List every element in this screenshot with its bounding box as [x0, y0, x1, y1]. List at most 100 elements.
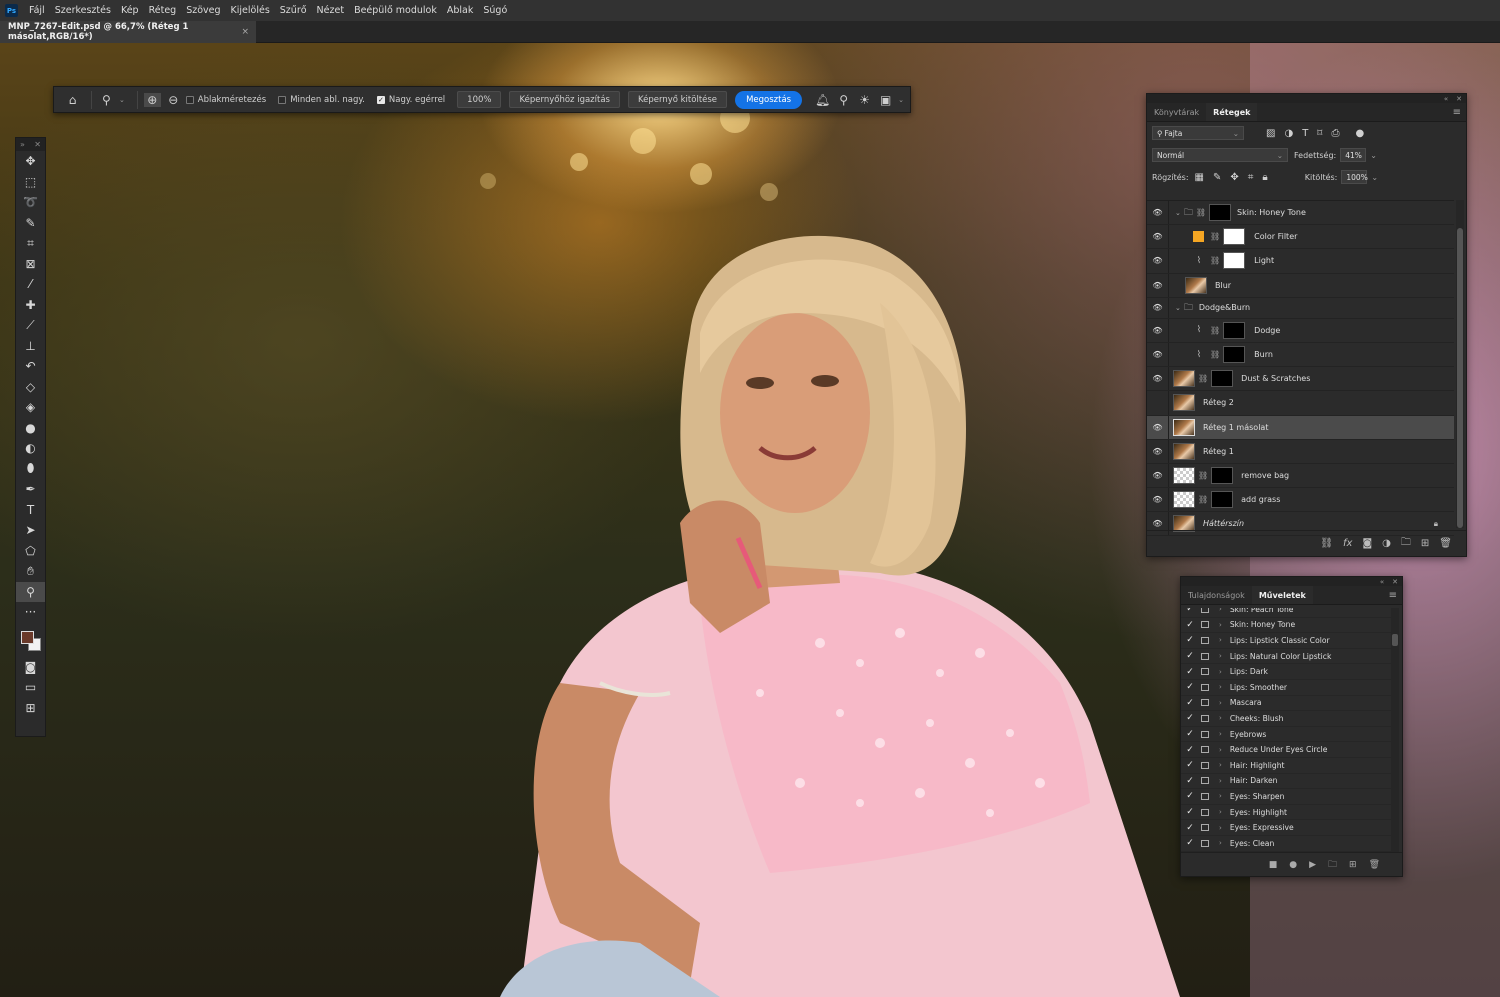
- chevron-right-icon[interactable]: ›: [1219, 621, 1222, 629]
- new-layer-icon[interactable]: ⊞: [1421, 538, 1429, 549]
- checkmark-icon[interactable]: ✓: [1181, 620, 1199, 630]
- collapse-icon[interactable]: »: [20, 140, 25, 149]
- chevron-right-icon[interactable]: ›: [1219, 824, 1222, 832]
- chevron-right-icon[interactable]: ›: [1219, 792, 1222, 800]
- zoom-out-icon[interactable]: ⊖: [165, 93, 182, 107]
- panel-menu-icon[interactable]: ≡: [1453, 107, 1461, 118]
- menu-window[interactable]: Ablak: [442, 5, 479, 16]
- scrollbar-thumb[interactable]: [1392, 634, 1398, 646]
- trash-icon[interactable]: 🗑︎: [1439, 538, 1452, 549]
- layer-mask-thumbnail[interactable]: [1223, 228, 1246, 246]
- layer-thumbnail[interactable]: [1173, 418, 1195, 436]
- new-set-folder-icon[interactable]: 🗀︎: [1328, 857, 1337, 873]
- dialog-toggle-icon[interactable]: [1201, 730, 1209, 738]
- menu-image[interactable]: Kép: [116, 5, 144, 16]
- layer-mask-thumbnail[interactable]: [1211, 370, 1234, 388]
- visibility-off-icon[interactable]: [1147, 391, 1169, 415]
- dialog-toggle-icon[interactable]: [1201, 777, 1209, 785]
- action-row[interactable]: ✓ › Reduce Under Eyes Circle: [1181, 742, 1391, 758]
- action-row[interactable]: ✓ › Lips: Dark: [1181, 664, 1391, 680]
- menu-type[interactable]: Szöveg: [181, 5, 225, 16]
- layer-mask-thumbnail[interactable]: [1211, 491, 1234, 509]
- dialog-toggle-icon[interactable]: [1201, 761, 1209, 769]
- healing-brush-tool-icon[interactable]: ✚: [16, 295, 45, 316]
- chevron-right-icon[interactable]: ›: [1219, 746, 1222, 754]
- collapse-icon[interactable]: «: [1380, 578, 1384, 586]
- layer-row[interactable]: Réteg 2: [1147, 391, 1454, 416]
- lock-position-icon[interactable]: ✥: [1230, 172, 1238, 183]
- blend-mode-select[interactable]: Normál ⌄: [1152, 148, 1288, 162]
- search-icon[interactable]: ⚲: [835, 93, 852, 107]
- visibility-eye-icon[interactable]: 👁︎: [1147, 297, 1169, 318]
- layer-thumbnail[interactable]: [1173, 394, 1195, 412]
- dialog-toggle-icon[interactable]: [1201, 714, 1209, 722]
- checkmark-icon[interactable]: ✓: [1181, 635, 1199, 645]
- fill-input[interactable]: 100%: [1341, 170, 1368, 184]
- visibility-eye-icon[interactable]: 👁︎: [1147, 201, 1169, 225]
- layer-thumbnail[interactable]: [1173, 442, 1195, 460]
- lasso-tool-icon[interactable]: ➰: [16, 192, 45, 213]
- menu-edit[interactable]: Szerkesztés: [50, 5, 116, 16]
- fx-icon[interactable]: fx: [1343, 538, 1352, 549]
- dialog-toggle-icon[interactable]: [1201, 792, 1209, 800]
- layer-row[interactable]: 👁︎ ⛓︎ Color Filter: [1147, 225, 1454, 250]
- hand-tool-icon[interactable]: ✋︎: [16, 561, 45, 582]
- home-icon[interactable]: ⌂: [64, 93, 81, 107]
- chevron-right-icon[interactable]: ›: [1219, 730, 1222, 738]
- screen-mode-icon[interactable]: ▭: [16, 677, 45, 698]
- record-icon[interactable]: ●: [1289, 860, 1297, 870]
- chevron-right-icon[interactable]: ›: [1219, 714, 1222, 722]
- checkmark-icon[interactable]: ✓: [1181, 651, 1199, 661]
- chevron-down-icon[interactable]: ⌄: [119, 96, 125, 104]
- layer-row[interactable]: 👁︎ ⌄ 🗀︎ ⛓︎ Skin: Honey Tone: [1147, 201, 1454, 226]
- pen-tool-icon[interactable]: ✒: [16, 479, 45, 500]
- blur-tool-icon[interactable]: ◐: [16, 438, 45, 459]
- checkmark-icon[interactable]: ✓: [1181, 760, 1199, 770]
- menu-view[interactable]: Nézet: [312, 5, 350, 16]
- menu-select[interactable]: Kijelölés: [226, 5, 275, 16]
- filter-adjustment-icon[interactable]: ◑: [1284, 128, 1293, 139]
- visibility-eye-icon[interactable]: 👁︎: [1147, 367, 1169, 391]
- visibility-eye-icon[interactable]: 👁︎: [1147, 273, 1169, 297]
- chevron-down-icon[interactable]: ⌄: [1175, 209, 1181, 217]
- chevron-right-icon[interactable]: ›: [1219, 699, 1222, 707]
- action-row[interactable]: ✓ › Eyes: Highlight: [1181, 805, 1391, 821]
- action-row[interactable]: ✓ › Lips: Smoother: [1181, 680, 1391, 696]
- resize-windows-checkbox[interactable]: Ablakméretezés: [185, 95, 266, 105]
- layer-row[interactable]: 👁︎ ⛓︎ remove bag: [1147, 463, 1454, 489]
- action-row[interactable]: ✓ › Mascara: [1181, 696, 1391, 712]
- checkmark-icon[interactable]: ✓: [1181, 729, 1199, 739]
- tab-libraries[interactable]: Könyvtárak: [1147, 103, 1206, 121]
- filter-shape-icon[interactable]: ⌑: [1317, 128, 1322, 139]
- layer-mask-thumbnail[interactable]: [1223, 321, 1246, 339]
- action-row[interactable]: ✓ › Lips: Natural Color Lipstick: [1181, 649, 1391, 665]
- add-mask-icon[interactable]: ◙: [1362, 538, 1372, 549]
- chevron-right-icon[interactable]: ›: [1219, 608, 1222, 613]
- brush-tool-icon[interactable]: ⟋: [16, 315, 45, 336]
- play-icon[interactable]: ▶: [1309, 860, 1316, 870]
- marquee-tool-icon[interactable]: ⬚: [16, 172, 45, 193]
- lock-image-icon[interactable]: ✎: [1213, 172, 1221, 183]
- checkmark-icon[interactable]: ✓: [1181, 745, 1199, 755]
- frame-tool-icon[interactable]: ⊠: [16, 254, 45, 275]
- layer-row[interactable]: 👁︎ ⛓︎ add grass: [1147, 488, 1454, 513]
- checkmark-icon[interactable]: ✓: [1181, 823, 1199, 833]
- history-brush-tool-icon[interactable]: ↶: [16, 356, 45, 377]
- menu-plugins[interactable]: Beépülő modulok: [349, 5, 442, 16]
- chevron-right-icon[interactable]: ›: [1219, 636, 1222, 644]
- zoom-all-checkbox[interactable]: Minden abl. nagy.: [278, 95, 365, 105]
- chevron-down-icon[interactable]: ⌄: [1370, 151, 1377, 160]
- shape-tool-icon[interactable]: ⬠: [16, 541, 45, 562]
- color-swatches[interactable]: [16, 623, 45, 657]
- action-row[interactable]: ✓ › Hair: Darken: [1181, 774, 1391, 790]
- filter-smart-object-icon[interactable]: ⎙: [1331, 128, 1339, 139]
- dialog-toggle-icon[interactable]: [1201, 683, 1209, 691]
- link-layers-icon[interactable]: ⛓︎: [1320, 538, 1333, 549]
- dialog-toggle-icon[interactable]: [1201, 746, 1209, 754]
- more-tools-icon[interactable]: ···: [16, 602, 45, 623]
- quick-mask-icon[interactable]: ◙: [16, 657, 45, 678]
- chevron-down-icon[interactable]: ⌄: [1175, 304, 1181, 312]
- checkmark-icon[interactable]: ✓: [1181, 608, 1199, 614]
- filter-pixel-icon[interactable]: ▨: [1266, 128, 1275, 139]
- eyedropper-tool-icon[interactable]: ⁄: [16, 274, 45, 295]
